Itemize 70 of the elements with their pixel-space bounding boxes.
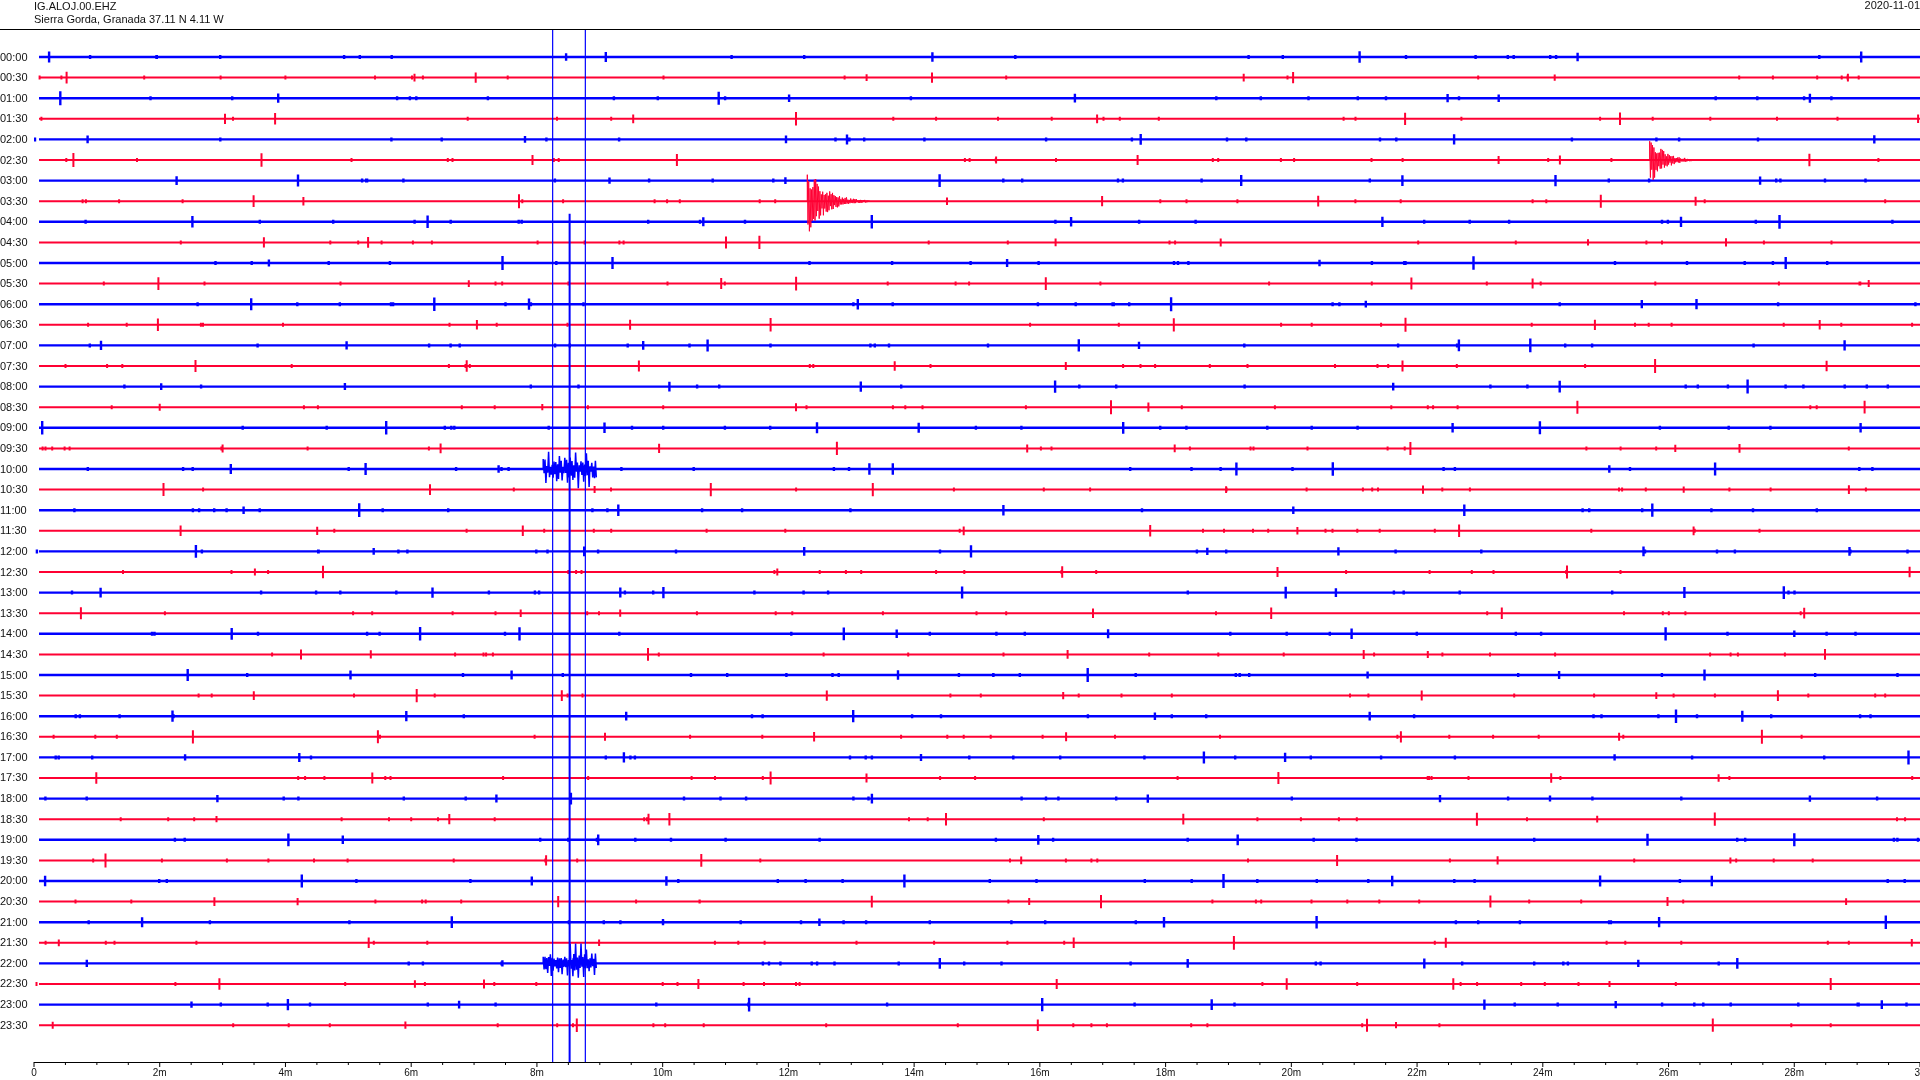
axis-tick-label: 0 bbox=[31, 1067, 37, 1078]
row-time-label: 11:00 bbox=[0, 502, 27, 518]
row-time-label: 18:00 bbox=[0, 791, 28, 807]
row-time-label: 08:00 bbox=[0, 379, 28, 395]
row-time-label: 14:00 bbox=[0, 626, 28, 642]
row-time-label: 19:30 bbox=[0, 852, 28, 868]
row-time-label: 13:00 bbox=[0, 585, 28, 601]
row-time-label: 23:00 bbox=[0, 997, 28, 1012]
row-time-label: 19:00 bbox=[0, 832, 28, 848]
axis-tick-label: 14m bbox=[904, 1067, 924, 1078]
axis-tick-label: 24m bbox=[1533, 1067, 1553, 1078]
row-time-label: 00:00 bbox=[0, 49, 28, 65]
row-time-label: 03:30 bbox=[0, 193, 28, 209]
axis-tick-label: 18m bbox=[1155, 1067, 1176, 1078]
row-time-label: 22:30 bbox=[0, 976, 28, 992]
axis-tick-label: 6m bbox=[404, 1067, 419, 1078]
axis-tick-label: 22m bbox=[1407, 1067, 1427, 1078]
row-time-label: 11:30 bbox=[0, 523, 27, 539]
station-code: IG.ALOJ.00.EHZ bbox=[34, 0, 118, 13]
row-time-label: 15:00 bbox=[0, 667, 28, 683]
row-time-label: 04:30 bbox=[0, 235, 28, 251]
row-time-label: 07:30 bbox=[0, 358, 28, 374]
row-time-label: 18:30 bbox=[0, 811, 28, 827]
axis-tick-label: 28m bbox=[1784, 1067, 1804, 1078]
signal-waveform bbox=[542, 942, 598, 979]
row-time-label: 23:30 bbox=[0, 1017, 28, 1033]
axis-tick-label: 8m bbox=[530, 1067, 544, 1078]
axis-tick-label: 3 bbox=[1914, 1067, 1920, 1078]
row-time-label: 05:00 bbox=[0, 255, 28, 271]
row-time-label: 06:00 bbox=[0, 296, 28, 312]
row-time-label: 17:30 bbox=[0, 770, 28, 786]
row-time-label: 01:30 bbox=[0, 111, 28, 127]
row-time-label: 20:30 bbox=[0, 894, 28, 910]
row-time-label: 09:30 bbox=[0, 440, 28, 456]
plot-date: 2020-11-01 bbox=[1864, 0, 1920, 13]
axis-tick-label: 26m bbox=[1658, 1067, 1679, 1078]
row-time-label: 15:30 bbox=[0, 688, 28, 704]
signal-waveform bbox=[542, 451, 598, 489]
row-time-label: 07:00 bbox=[0, 338, 28, 353]
row-time-label: 13:30 bbox=[0, 605, 28, 621]
axis-tick-label: 20m bbox=[1281, 1067, 1302, 1078]
row-time-label: 03:00 bbox=[0, 173, 28, 189]
row-time-label: 20:00 bbox=[0, 873, 28, 889]
row-time-label: 04:00 bbox=[0, 214, 28, 230]
row-time-label: 06:30 bbox=[0, 317, 28, 333]
row-time-label: 14:30 bbox=[0, 646, 28, 662]
row-time-label: 10:30 bbox=[0, 482, 28, 498]
earthquake-waveform bbox=[806, 174, 871, 232]
row-time-label: 00:30 bbox=[0, 70, 28, 86]
row-time-label: 22:00 bbox=[0, 955, 28, 971]
axis-tick-label: 4m bbox=[278, 1067, 293, 1078]
row-time-label: 05:30 bbox=[0, 276, 28, 292]
row-time-label: 01:00 bbox=[0, 90, 28, 106]
row-time-label: 16:00 bbox=[0, 708, 28, 724]
axis-tick-label: 16m bbox=[1030, 1067, 1050, 1078]
row-time-label: 17:00 bbox=[0, 749, 28, 765]
row-time-label: 12:00 bbox=[0, 543, 28, 559]
row-time-label: 09:00 bbox=[0, 420, 28, 436]
row-time-label: 16:30 bbox=[0, 729, 28, 745]
row-time-label: 02:30 bbox=[0, 152, 28, 168]
row-time-label: 02:00 bbox=[0, 132, 28, 148]
station-location: Sierra Gorda, Granada 37.11 N 4.11 W bbox=[34, 13, 224, 26]
row-time-label: 21:30 bbox=[0, 935, 28, 951]
axis-tick-label: 10m bbox=[652, 1067, 673, 1078]
row-time-label: 21:00 bbox=[0, 914, 28, 930]
axis-tick-label: 12m bbox=[778, 1067, 799, 1078]
row-time-label: 08:30 bbox=[0, 399, 28, 415]
axis-tick-label: 2m bbox=[152, 1067, 167, 1078]
row-time-label: 12:30 bbox=[0, 564, 28, 580]
row-time-label: 10:00 bbox=[0, 461, 28, 477]
